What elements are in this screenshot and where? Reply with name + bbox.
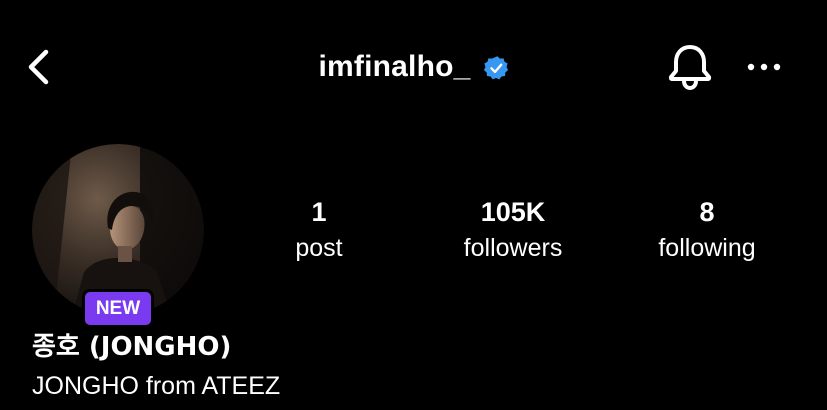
verified-badge-icon [483,56,508,80]
back-button[interactable] [22,44,56,90]
display-name: 종호 (JONGHO) [32,332,232,362]
posts-label: post [295,234,343,262]
stat-followers[interactable]: 105K followers [433,196,593,266]
bell-icon [668,45,712,91]
following-count: 8 [699,197,715,227]
username-title[interactable]: imfinalho_ [318,50,470,84]
stat-posts[interactable]: 1 post [239,196,399,266]
more-options-button[interactable] [744,52,784,82]
profile-header: imfinalho_ [0,0,827,130]
followers-count: 105K [480,197,546,227]
new-badge: NEW [82,289,154,328]
bio-text: JONGHO from ATEEZ [32,372,281,400]
posts-count: 1 [311,197,327,227]
more-horizontal-icon [747,63,781,71]
chevron-left-icon [28,49,49,85]
notifications-button[interactable] [664,40,716,94]
followers-label: followers [463,234,563,262]
stat-following[interactable]: 8 following [627,196,787,266]
following-label: following [658,234,756,262]
